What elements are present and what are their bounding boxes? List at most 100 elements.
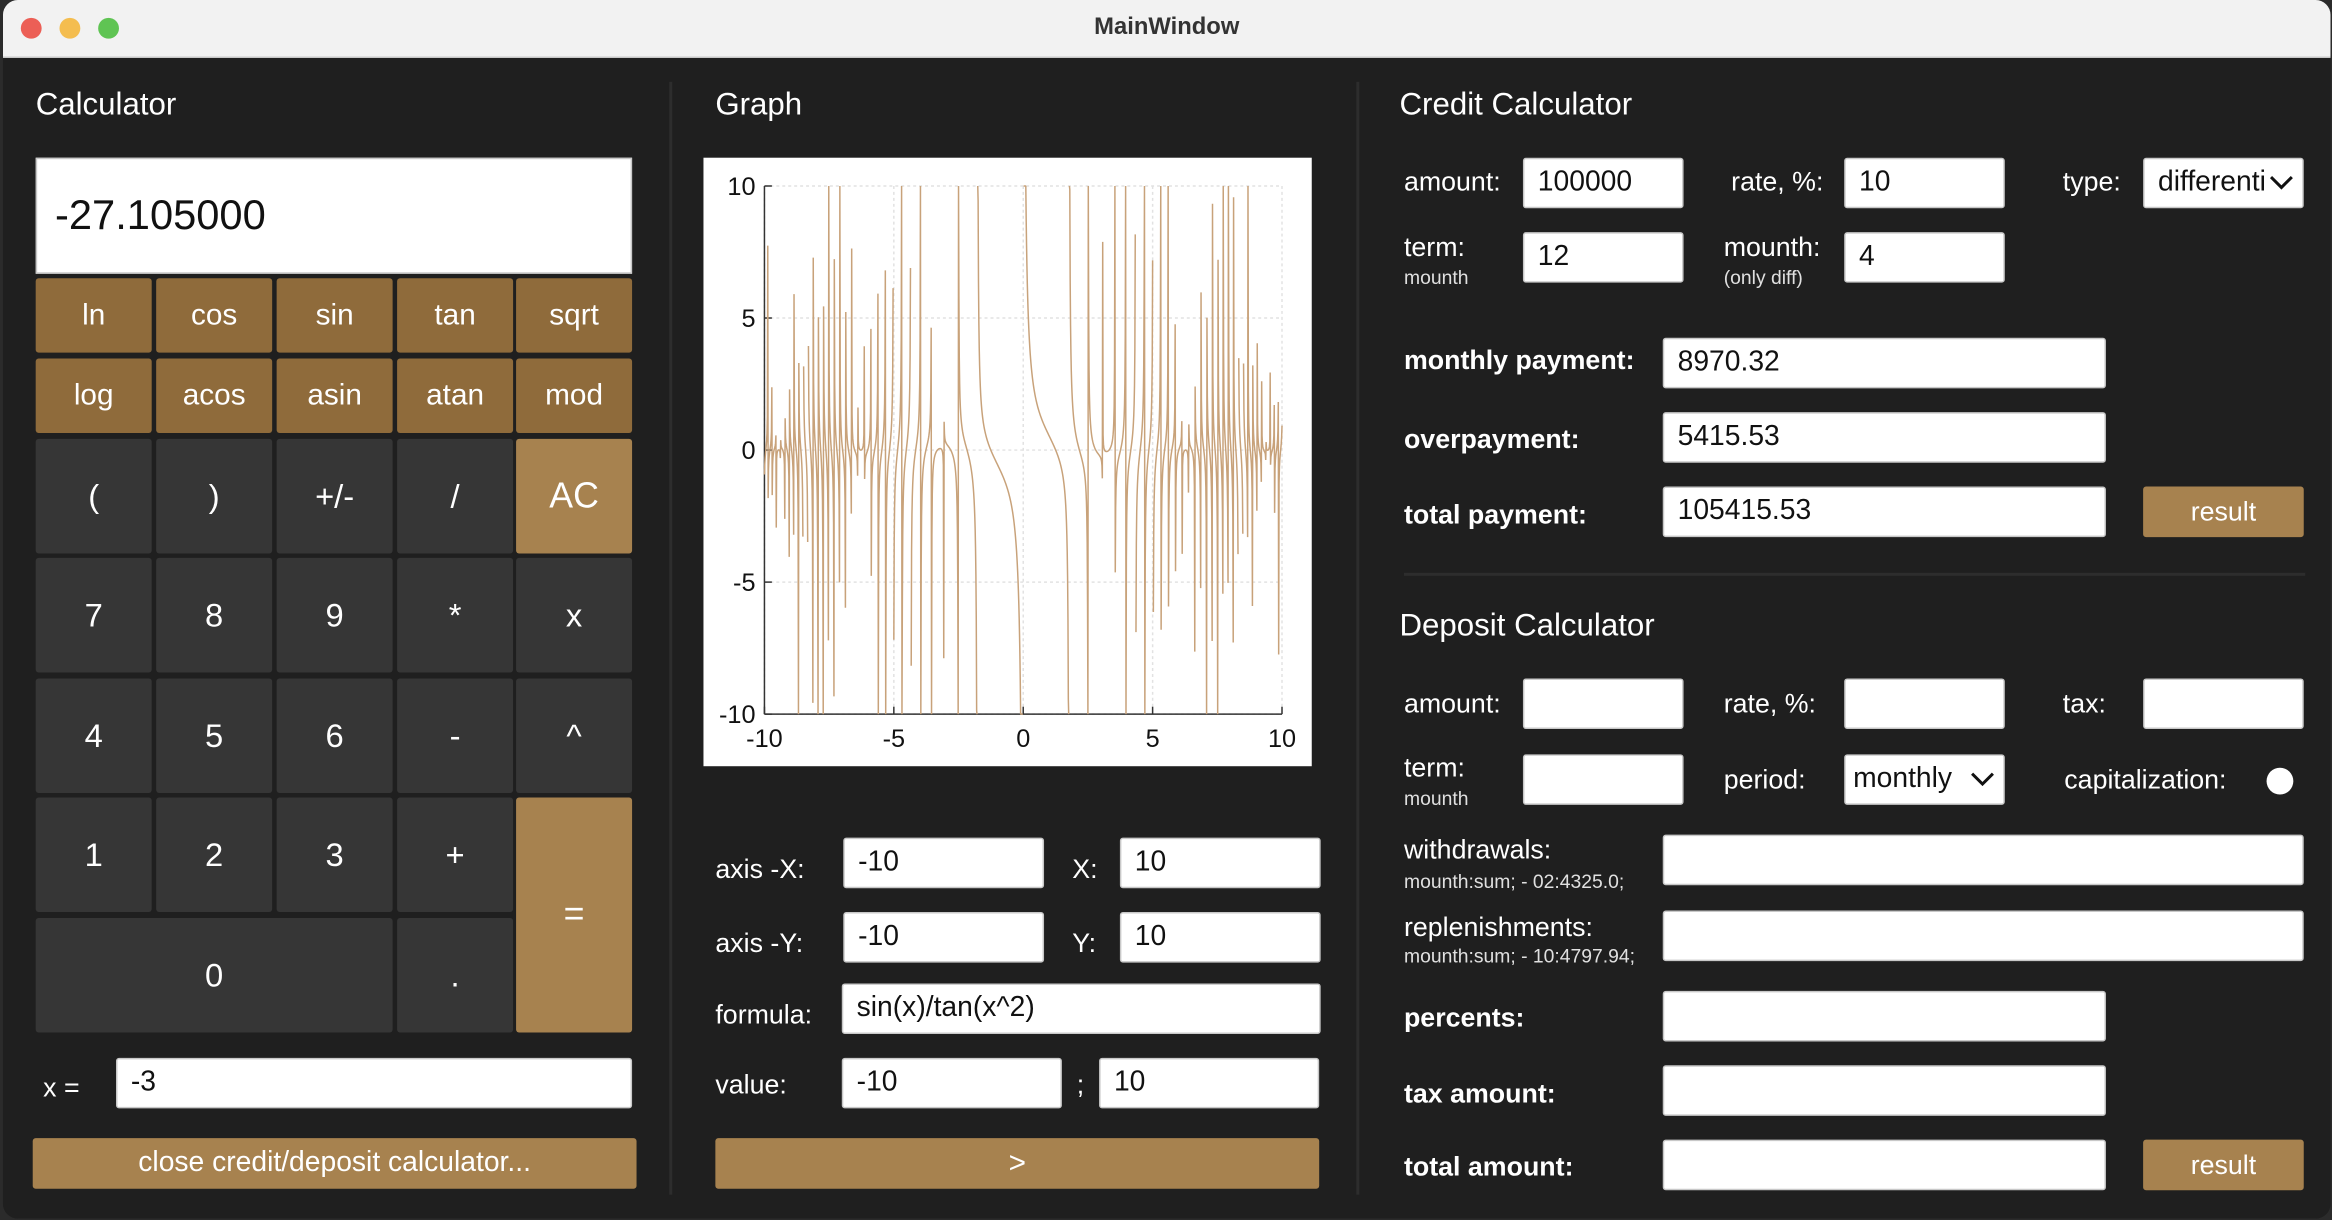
main-window: MainWindow Calculator -27.105000 ln cos … bbox=[2, 0, 2331, 1219]
credit-term-label: term: bbox=[1403, 232, 1465, 262]
deposit-rate-input[interactable] bbox=[1844, 678, 2005, 730]
deposit-tax-label: tax: bbox=[2062, 688, 2106, 719]
sqrt-button[interactable]: sqrt bbox=[516, 278, 633, 353]
credit-type-label: type: bbox=[2062, 166, 2121, 197]
x-value-label: x = bbox=[43, 1072, 80, 1103]
plot-svg: -10 -5 0 5 101050-5-10 bbox=[719, 173, 1296, 753]
replenishments-hint: mounth:sum; - 10:4797.94; bbox=[1403, 944, 1636, 968]
minus-button[interactable]: - bbox=[397, 678, 514, 794]
tax-amount-output bbox=[1662, 1065, 2106, 1116]
chevron-down-icon bbox=[1971, 756, 1995, 804]
ln-button[interactable]: ln bbox=[35, 278, 152, 353]
axis-y-min-input[interactable]: -10 bbox=[843, 912, 1045, 963]
tax-amount-label: tax amount: bbox=[1403, 1078, 1556, 1109]
plot-graph-button[interactable]: > bbox=[715, 1138, 1320, 1189]
y-tick-label: -10 bbox=[719, 701, 756, 729]
digit-1-button[interactable]: 1 bbox=[35, 797, 152, 913]
plot-tick-labels: -10 -5 0 5 101050-5-10 bbox=[719, 173, 1296, 753]
mod-button[interactable]: mod bbox=[516, 358, 633, 433]
percents-label: percents: bbox=[1403, 1002, 1525, 1033]
credit-mounth-label: mounth: bbox=[1723, 232, 1821, 262]
log-button[interactable]: log bbox=[35, 358, 152, 433]
chevron-down-icon bbox=[2269, 159, 2294, 207]
digit-2-button[interactable]: 2 bbox=[156, 797, 273, 913]
value-to-input[interactable]: 10 bbox=[1099, 1057, 1320, 1109]
asin-button[interactable]: asin bbox=[276, 358, 393, 433]
equals-button[interactable]: = bbox=[516, 797, 633, 1033]
y-tick-label: 10 bbox=[727, 173, 755, 201]
digit-8-button[interactable]: 8 bbox=[156, 557, 273, 673]
credit-term-input[interactable]: 12 bbox=[1522, 232, 1684, 283]
plus-button[interactable]: + bbox=[397, 797, 514, 913]
decimal-point-button[interactable]: . bbox=[397, 917, 514, 1033]
formula-input[interactable]: sin(x)/tan(x^2) bbox=[841, 983, 1321, 1035]
credit-mounth-sublabel: (only diff) bbox=[1723, 266, 1803, 289]
separator-left bbox=[669, 81, 673, 1195]
right-paren-button[interactable]: ) bbox=[156, 438, 273, 554]
digit-0-button[interactable]: 0 bbox=[35, 917, 393, 1033]
withdrawals-input[interactable] bbox=[1662, 834, 2304, 886]
graph-plot: -10 -5 0 5 10 10 5 0 -5 -10 bbox=[703, 157, 1312, 767]
replenishments-label: replenishments: bbox=[1403, 912, 1593, 942]
tan-button[interactable]: tan bbox=[397, 278, 514, 353]
sin-button[interactable]: sin bbox=[276, 278, 393, 353]
credit-rate-input[interactable]: 10 bbox=[1844, 157, 2005, 209]
credit-amount-input[interactable]: 100000 bbox=[1522, 157, 1684, 209]
x-value-input[interactable]: -3 bbox=[116, 1057, 633, 1109]
separator-right bbox=[1356, 81, 1360, 1195]
clear-button[interactable]: AC bbox=[516, 438, 633, 554]
axis-x-max-input[interactable]: 10 bbox=[1119, 837, 1321, 889]
deposit-rate-label: rate, %: bbox=[1723, 688, 1816, 719]
multiply-button[interactable]: * bbox=[397, 557, 514, 673]
credit-result-button[interactable]: result bbox=[2143, 486, 2304, 538]
monthly-payment-label: monthly payment: bbox=[1403, 345, 1635, 375]
credit-mounth-input[interactable]: 4 bbox=[1844, 232, 2005, 283]
digit-5-button[interactable]: 5 bbox=[156, 678, 273, 794]
credit-type-select[interactable]: differenti bbox=[2143, 157, 2304, 209]
x-tick-label: 5 bbox=[1146, 725, 1160, 753]
capitalization-radio[interactable] bbox=[2266, 767, 2294, 795]
axis-y-label: axis -Y: bbox=[715, 928, 804, 959]
total-payment-label: total payment: bbox=[1403, 499, 1587, 530]
axis-y-max-input[interactable]: 10 bbox=[1119, 912, 1321, 963]
digit-9-button[interactable]: 9 bbox=[276, 557, 393, 673]
value-separator: ; bbox=[1076, 1069, 1085, 1100]
deposit-result-button[interactable]: result bbox=[2143, 1139, 2304, 1191]
deposit-term-input[interactable] bbox=[1522, 754, 1684, 805]
credit-rate-label: rate, %: bbox=[1731, 166, 1824, 197]
x-tick-label: 10 bbox=[1268, 725, 1296, 753]
deposit-term-sublabel: mounth bbox=[1403, 787, 1469, 810]
plus-minus-button[interactable]: +/- bbox=[276, 438, 393, 554]
y-max-label: Y: bbox=[1072, 928, 1097, 959]
window-content: Calculator -27.105000 ln cos sin tan sqr… bbox=[2, 58, 2331, 1219]
divide-button[interactable]: / bbox=[397, 438, 514, 554]
value-from-input[interactable]: -10 bbox=[841, 1057, 1062, 1109]
power-button[interactable]: ^ bbox=[516, 678, 633, 794]
atan-button[interactable]: atan bbox=[397, 358, 514, 433]
overpayment-label: overpayment: bbox=[1403, 424, 1580, 454]
percents-output bbox=[1662, 990, 2106, 1042]
replenishments-input[interactable] bbox=[1662, 910, 2304, 962]
digit-7-button[interactable]: 7 bbox=[35, 557, 152, 673]
y-tick-label: -5 bbox=[733, 569, 755, 597]
axis-x-min-input[interactable]: -10 bbox=[843, 837, 1045, 889]
digit-4-button[interactable]: 4 bbox=[35, 678, 152, 794]
total-amount-label: total amount: bbox=[1403, 1151, 1574, 1182]
deposit-amount-input[interactable] bbox=[1522, 678, 1684, 730]
acos-button[interactable]: acos bbox=[156, 358, 273, 433]
x-max-label: X: bbox=[1072, 854, 1098, 884]
deposit-tax-input[interactable] bbox=[2143, 678, 2304, 730]
digit-6-button[interactable]: 6 bbox=[276, 678, 393, 794]
monthly-payment-output: 8970.32 bbox=[1662, 337, 2106, 389]
variable-x-button[interactable]: x bbox=[516, 557, 633, 673]
cos-button[interactable]: cos bbox=[156, 278, 273, 353]
close-credit-deposit-button[interactable]: close credit/deposit calculator... bbox=[32, 1138, 637, 1189]
withdrawals-hint: mounth:sum; - 02:4325.0; bbox=[1403, 870, 1625, 893]
period-select[interactable]: monthly bbox=[1844, 754, 2005, 805]
x-tick-label: 0 bbox=[1016, 725, 1030, 753]
window-title: MainWindow bbox=[1094, 14, 1240, 41]
left-paren-button[interactable]: ( bbox=[35, 438, 152, 554]
period-label: period: bbox=[1723, 764, 1806, 795]
digit-3-button[interactable]: 3 bbox=[276, 797, 393, 913]
x-tick-label: -5 bbox=[883, 725, 905, 753]
